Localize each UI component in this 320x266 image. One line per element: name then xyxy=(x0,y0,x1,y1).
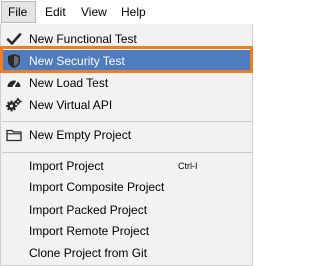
menu-item-import-project[interactable]: Import Project Ctrl-I xyxy=(2,155,252,177)
menu-file[interactable]: File xyxy=(1,1,36,23)
menu-item-label: New Virtual API xyxy=(29,98,113,112)
menu-item-label: Import Composite Project xyxy=(29,180,165,194)
menu-item-new-load-test[interactable]: New Load Test xyxy=(2,72,252,94)
shield-icon xyxy=(6,53,22,69)
menu-item-shortcut: Ctrl-I xyxy=(178,161,198,171)
menu-item-new-virtual-api[interactable]: New Virtual API xyxy=(2,94,252,116)
menu-item-label: Import Packed Project xyxy=(29,203,148,217)
menu-item-new-functional-test[interactable]: New Functional Test xyxy=(2,28,252,50)
menu-item-clone-project-from-git[interactable]: Clone Project from Git xyxy=(2,242,252,264)
menu-item-import-remote-project[interactable]: Import Remote Project xyxy=(2,220,252,242)
menu-item-import-packed-project[interactable]: Import Packed Project xyxy=(2,199,252,221)
menu-bar: File Edit View Help xyxy=(0,0,255,24)
menu-item-label: Clone Project from Git xyxy=(29,246,148,260)
menu-item-import-composite-project[interactable]: Import Composite Project xyxy=(2,176,252,198)
menu-separator xyxy=(2,152,252,153)
menu-help[interactable]: Help xyxy=(115,1,152,23)
checkmark-icon xyxy=(6,31,22,47)
menu-item-label: Import Remote Project xyxy=(29,224,150,238)
menu-separator xyxy=(2,121,252,122)
app-window: File Edit View Help New Functional Test … xyxy=(0,0,255,266)
menu-item-label: New Load Test xyxy=(29,76,109,90)
menu-item-new-empty-project[interactable]: New Empty Project xyxy=(2,124,252,146)
menu-item-new-security-test[interactable]: New Security Test xyxy=(2,50,252,72)
menu-edit[interactable]: Edit xyxy=(39,1,72,23)
folder-icon xyxy=(6,127,22,143)
menu-item-label: Import Project xyxy=(29,159,104,173)
menu-item-label: New Security Test xyxy=(29,54,125,68)
speedometer-icon xyxy=(6,75,22,91)
menu-view[interactable]: View xyxy=(75,1,113,23)
menu-item-label: New Empty Project xyxy=(29,128,132,142)
gears-icon xyxy=(6,97,22,113)
file-dropdown-menu: New Functional Test New Security Test Ne… xyxy=(0,24,253,266)
menu-item-label: New Functional Test xyxy=(29,32,137,46)
